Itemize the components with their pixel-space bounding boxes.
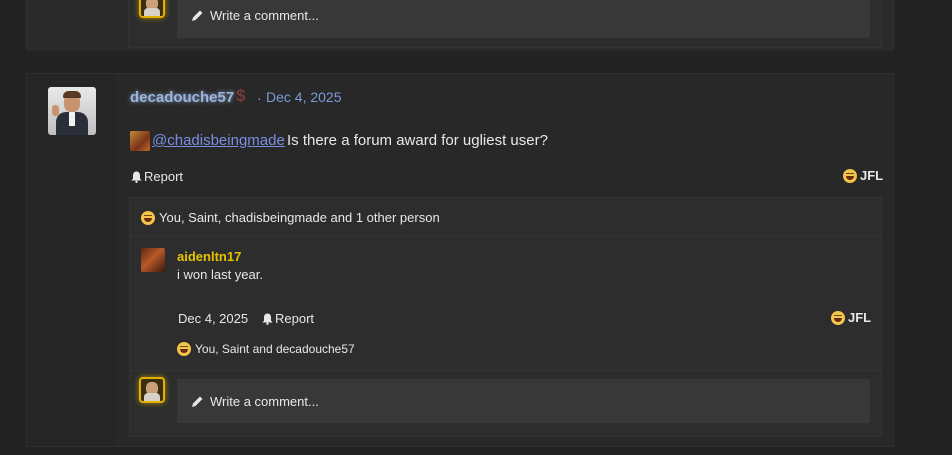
reply-date-link[interactable]: Dec 4, 2025 <box>178 311 248 326</box>
previous-comment-input[interactable]: Write a comment... <box>177 0 870 38</box>
post-date-link[interactable]: Dec 4, 2025 <box>266 89 342 105</box>
pencil-icon <box>192 10 203 21</box>
reply-reaction-button[interactable]: JFL <box>831 310 871 325</box>
laughing-crying-emoji-icon <box>843 168 857 183</box>
laughing-crying-emoji-icon <box>141 210 155 225</box>
divider <box>130 235 881 236</box>
reply-report-button[interactable]: Report <box>262 311 314 326</box>
write-comment-input[interactable]: Write a comment... <box>177 379 870 423</box>
pencil-icon <box>192 396 203 407</box>
reply-reactions-summary[interactable]: You, Saint and decadouche57 <box>177 342 355 356</box>
post-reactions-summary[interactable]: You, Saint, chadisbeingmade and 1 other … <box>141 210 440 225</box>
bell-icon <box>131 171 142 183</box>
post-author-username[interactable]: decadouche57 <box>130 89 234 106</box>
laughing-crying-emoji-icon <box>177 342 191 356</box>
reaction-label: JFL <box>860 168 884 183</box>
report-label: Report <box>144 169 184 184</box>
report-button[interactable]: Report <box>131 169 183 184</box>
reply-reaction-label: JFL <box>848 310 872 325</box>
reply-author-username[interactable]: aidenltn17 <box>177 249 241 264</box>
reply-body-text: i won last year. <box>177 267 263 282</box>
current-user-avatar <box>139 0 165 18</box>
reply-reactions-text: You, Saint and decadouche57 <box>195 342 355 356</box>
reaction-button[interactable]: JFL <box>843 168 883 183</box>
author-avatar[interactable] <box>48 87 96 135</box>
mention-avatar <box>130 131 150 151</box>
divider <box>130 370 881 371</box>
dollar-sign-icon: $ <box>236 86 246 105</box>
comment-placeholder-label: Write a comment... <box>210 394 319 409</box>
current-user-avatar <box>139 377 165 403</box>
post-reactions-text: You, Saint, chadisbeingmade and 1 other … <box>159 210 440 225</box>
reply-report-label: Report <box>275 311 315 326</box>
meta-separator: · <box>257 90 262 106</box>
post-body-text: Is there a forum award for ugliest user? <box>287 132 548 149</box>
comment-placeholder-label: Write a comment... <box>210 8 319 23</box>
reply-author-avatar[interactable] <box>141 248 165 272</box>
bell-icon <box>262 313 273 325</box>
user-mention-link[interactable]: @chadisbeingmade <box>152 132 285 149</box>
laughing-crying-emoji-icon <box>831 310 845 325</box>
